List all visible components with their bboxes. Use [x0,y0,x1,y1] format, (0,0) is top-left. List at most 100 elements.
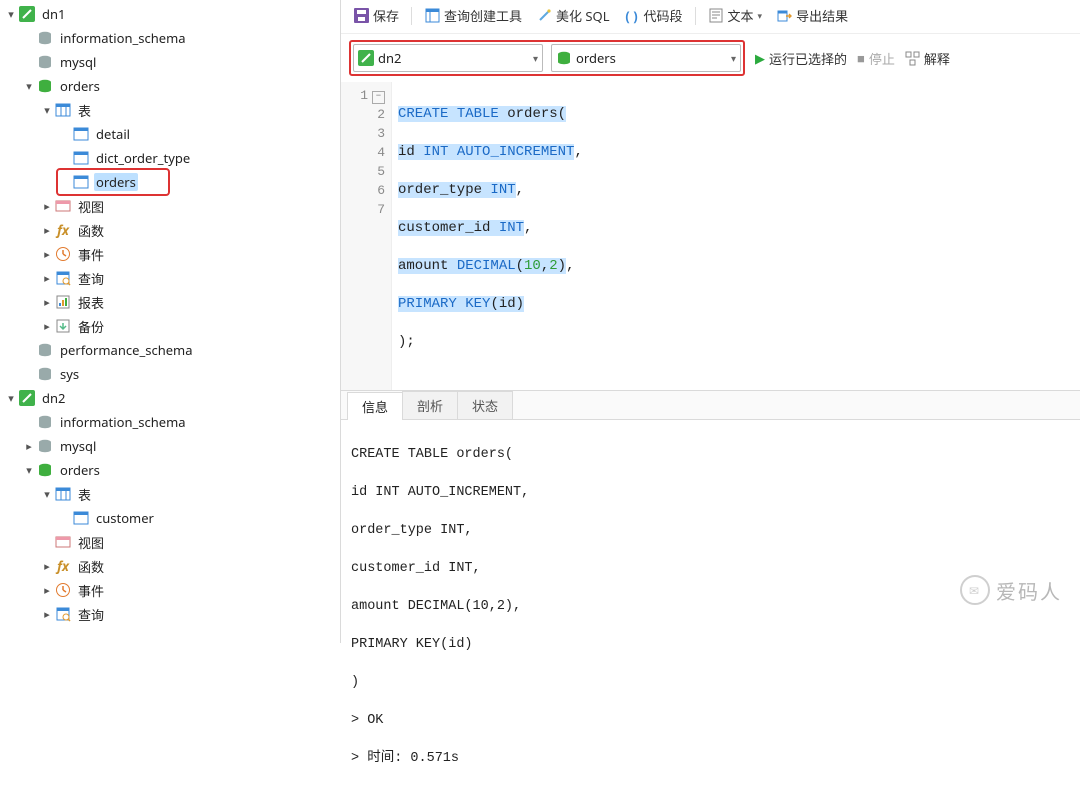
chevron-right-icon[interactable]: ▸ [40,223,54,238]
code-area[interactable]: CREATE TABLE orders( id INT AUTO_INCREME… [392,82,1080,390]
export-icon [776,8,792,24]
tree-table-detail[interactable]: detail [4,122,340,146]
chevron-right-icon[interactable]: ▸ [40,271,54,286]
sql-editor[interactable]: 1− 2 3 4 5 6 7 CREATE TABLE orders( id I… [341,82,1080,391]
document-icon [708,8,724,24]
tree-folder-views-2[interactable]: 视图 [4,530,340,554]
tree-db-orders-2[interactable]: ▾ orders [4,458,340,482]
output-line: CREATE TABLE orders( [351,445,1070,464]
output-line: id INT AUTO_INCREMENT, [351,483,1070,502]
output-line: > OK [351,711,1070,730]
tree-db-mysql-2[interactable]: ▸ mysql [4,434,340,458]
run-selected-button[interactable]: ▶ 运行已选择的 [755,49,847,68]
button-label: 文本 [728,6,754,25]
line-gutter: 1− 2 3 4 5 6 7 [341,82,392,390]
database-icon [36,341,54,359]
database-tree: ▾ dn1 information_schema mysql ▾ orders [0,0,340,643]
tree-folder-functions-2[interactable]: ▸ fx 函数 [4,554,340,578]
chevron-right-icon[interactable]: ▸ [22,439,36,454]
wechat-icon: ✉ [960,575,990,605]
tree-db-orders[interactable]: ▾ orders [4,74,340,98]
chevron-right-icon[interactable]: ▸ [40,583,54,598]
chevron-down-icon[interactable]: ▾ [4,391,18,406]
fold-icon[interactable]: − [372,91,385,104]
database-icon [36,437,54,455]
explain-button[interactable]: 解释 [905,49,950,68]
chevron-right-icon[interactable]: ▸ [40,199,54,214]
tree-folder-queries-2[interactable]: ▸ 查询 [4,602,340,626]
output-pane[interactable]: CREATE TABLE orders( id INT AUTO_INCREME… [341,420,1080,812]
tree-label: orders [58,77,102,95]
tree-db-sys[interactable]: sys [4,362,340,386]
tree-label: 视图 [76,533,106,552]
table-icon [72,509,90,527]
connection-icon [358,50,374,66]
tree-folder-events-2[interactable]: ▸ 事件 [4,578,340,602]
chevron-right-icon[interactable]: ▸ [40,295,54,310]
chevron-right-icon[interactable]: ▸ [40,607,54,622]
stop-button[interactable]: ■ 停止 [857,49,895,68]
tree-label: dn2 [40,389,67,407]
watermark: ✉ 爱码人 [960,575,1062,605]
tree-folder-functions[interactable]: ▸ fx 函数 [4,218,340,242]
chevron-down-icon[interactable]: ▾ [40,103,54,118]
tab-profile[interactable]: 剖析 [402,391,458,419]
queries-icon [54,605,72,623]
events-icon [54,581,72,599]
editor-toolbar: 保存 查询创建工具 美化 SQL ( ) 代码段 文本 ▾ [341,0,1080,34]
beautify-button[interactable]: 美化 SQL [532,4,613,27]
tree-label: 查询 [76,605,106,624]
chevron-down-icon[interactable]: ▾ [22,79,36,94]
tree-label: dict_order_type [94,149,192,167]
tree-connection-dn2[interactable]: ▾ dn2 [4,386,340,410]
connection-select[interactable]: dn2 ▾ [353,44,543,72]
table-icon [72,149,90,167]
play-icon: ▶ [755,49,765,67]
tree-connection-dn1[interactable]: ▾ dn1 [4,2,340,26]
tree-table-dict-order-type[interactable]: dict_order_type [4,146,340,170]
reports-icon [54,293,72,311]
tree-label: 查询 [76,269,106,288]
tree-folder-queries[interactable]: ▸ 查询 [4,266,340,290]
tree-folder-events[interactable]: ▸ 事件 [4,242,340,266]
builder-icon [424,8,440,24]
tree-label: 函数 [76,557,106,576]
tree-folder-tables-2[interactable]: ▾ 表 [4,482,340,506]
tree-label: 视图 [76,197,106,216]
query-builder-button[interactable]: 查询创建工具 [420,4,526,27]
tree-db-mysql[interactable]: mysql [4,50,340,74]
text-button[interactable]: 文本 ▾ [704,4,767,27]
tree-table-customer[interactable]: customer [4,506,340,530]
run-bar: dn2 ▾ orders ▾ ▶ 运行已选择的 ■ 停止 解释 [341,34,1080,82]
chevron-right-icon[interactable]: ▸ [40,559,54,574]
export-button[interactable]: 导出结果 [772,4,852,27]
tree-db-information-schema[interactable]: information_schema [4,26,340,50]
save-button[interactable]: 保存 [349,4,403,27]
chevron-down-icon[interactable]: ▾ [4,7,18,22]
chevron-down-icon[interactable]: ▾ [22,463,36,478]
combo-value: dn2 [378,49,401,67]
tree-folder-views[interactable]: ▸ 视图 [4,194,340,218]
button-label: 代码段 [644,6,683,25]
chevron-right-icon[interactable]: ▸ [40,247,54,262]
tree-folder-reports[interactable]: ▸ 报表 [4,290,340,314]
schema-select[interactable]: orders ▾ [551,44,741,72]
tab-info[interactable]: 信息 [347,392,403,420]
button-label: 美化 SQL [556,6,609,25]
chevron-right-icon[interactable]: ▸ [40,319,54,334]
snippet-button[interactable]: ( ) 代码段 [620,4,687,27]
chevron-down-icon[interactable]: ▾ [40,487,54,502]
chevron-down-icon: ▾ [533,51,538,65]
tree-label: mysql [58,53,98,71]
tab-status[interactable]: 状态 [457,391,513,419]
tree-table-orders[interactable]: orders [58,170,168,194]
output-line: > 时间: 0.571s [351,749,1070,768]
output-line: PRIMARY KEY(id) [351,635,1070,654]
tree-folder-backup[interactable]: ▸ 备份 [4,314,340,338]
tree-db-performance-schema[interactable]: performance_schema [4,338,340,362]
tree-db-information-schema-2[interactable]: information_schema [4,410,340,434]
explain-icon [905,51,920,66]
stop-icon: ■ [857,49,865,67]
tree-folder-tables[interactable]: ▾ 表 [4,98,340,122]
tables-icon [54,101,72,119]
